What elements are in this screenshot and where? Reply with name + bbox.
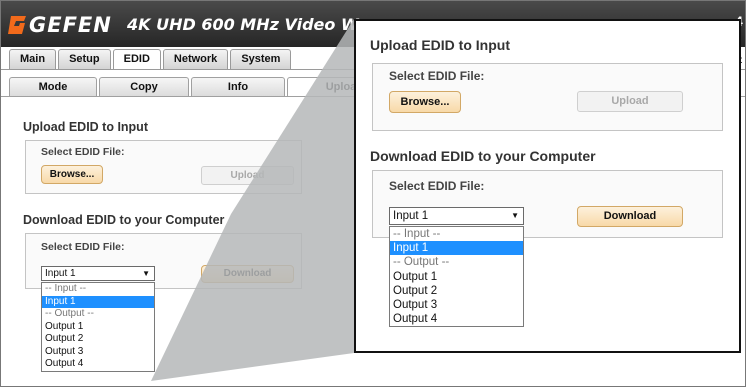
zoom-upload-select-label: Select EDID File: [389, 69, 485, 83]
zoom-dropdown-group-input: -- Input -- [393, 228, 441, 240]
zoom-dropdown-arrow-icon: ▼ [511, 211, 519, 220]
zoom-select-value: Input 1 [393, 210, 429, 222]
zoom-download-title: Download EDID to your Computer [370, 148, 596, 164]
zoom-upload-title: Upload EDID to Input [370, 37, 510, 53]
zoom-dropdown-option-output-2[interactable]: Output 2 [390, 284, 523, 298]
screenshot-frame: GEFEN 4K UHD 600 MHz Video W 4 it Main S… [0, 0, 746, 387]
zoom-browse-button[interactable]: Browse... [389, 91, 461, 113]
zoom-dropdown-option-output-4[interactable]: Output 4 [390, 312, 523, 326]
zoom-dropdown-option-output-3[interactable]: Output 3 [390, 298, 523, 312]
zoom-callout: Upload EDID to Input Select EDID File: B… [354, 19, 741, 353]
zoom-download-select-label: Select EDID File: [389, 179, 485, 193]
zoom-download-button[interactable]: Download [577, 206, 683, 227]
zoom-dropdown-option-output-1[interactable]: Output 1 [390, 270, 523, 284]
zoom-dropdown-group-output: -- Output -- [393, 256, 450, 269]
zoom-dropdown-option-input-1[interactable]: Input 1 [390, 241, 523, 256]
zoom-upload-button[interactable]: Upload [577, 91, 683, 112]
zoom-edid-file-select[interactable]: Input 1 ▼ [389, 207, 524, 225]
zoom-edid-file-dropdown-list: -- Input -- Input 1 -- Output -- Output … [389, 226, 524, 328]
